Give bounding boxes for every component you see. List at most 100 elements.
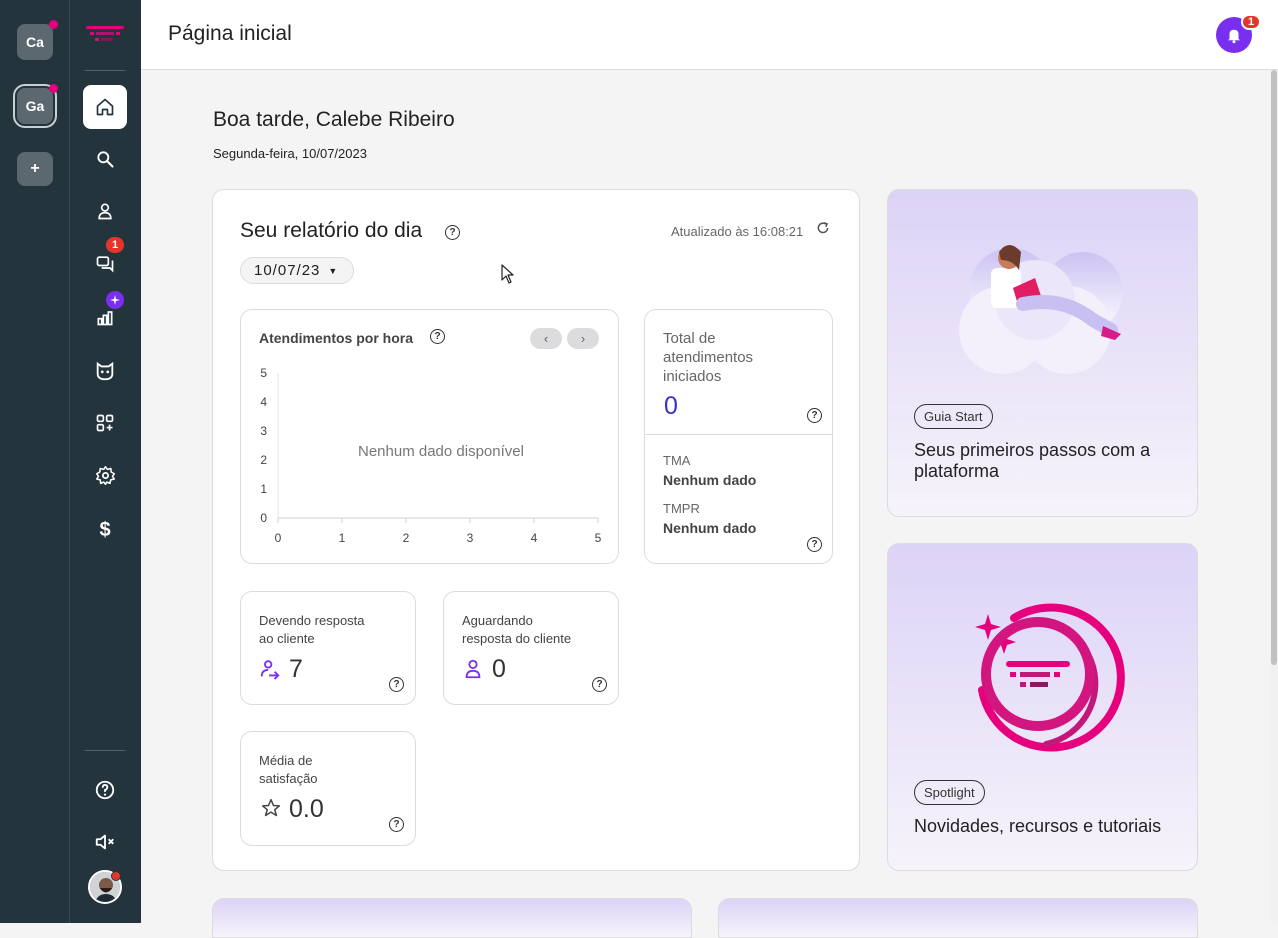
x-tick-label: 3 (467, 531, 474, 545)
y-tick-label: 1 (260, 482, 267, 496)
y-tick-label: 2 (260, 453, 267, 467)
reading-illustration (959, 245, 1123, 374)
mouse-cursor-icon (501, 264, 514, 284)
nav-reports[interactable] (83, 291, 127, 339)
total-card: Total de atendimentos iniciados 0 ? TMA … (644, 309, 833, 564)
nav-chats[interactable]: 1 (83, 237, 127, 285)
divider (645, 434, 832, 435)
tmpr-value: Nenhum dado (663, 520, 757, 536)
date-select[interactable]: 10/07/23 ▼ (240, 257, 354, 284)
waiting-response-card: Aguardando resposta do cliente 0 ? (443, 591, 619, 705)
chat-icon (96, 256, 114, 273)
waiting-label: Aguardando resposta do cliente (462, 613, 572, 646)
promo-spotlight-card[interactable]: Spotlight Novidades, recursos e tutoriai… (887, 543, 1198, 871)
owing-label: Devendo resposta ao cliente (259, 613, 365, 646)
user-icon (465, 659, 481, 679)
x-tick-label: 5 (595, 531, 602, 545)
home-icon (96, 98, 114, 116)
scrollbar-thumb[interactable] (1271, 70, 1277, 665)
bar-chart-icon (97, 311, 113, 326)
owing-response-card: Devendo resposta ao cliente 7 ? (240, 591, 416, 705)
help-icon[interactable]: ? (807, 408, 822, 423)
workspace-ca[interactable]: Ca (17, 20, 58, 60)
workspace-ga[interactable]: Ga (13, 84, 58, 128)
separator (85, 750, 125, 751)
hourly-chart-card: Atendimentos por hora ? ‹ › 012345012345… (240, 309, 619, 564)
page-title: Página inicial (168, 22, 292, 45)
status-dot (111, 871, 121, 881)
tma-value: Nenhum dado (663, 472, 757, 488)
user-arrow-icon (260, 660, 280, 680)
chats-badge: 1 (106, 237, 124, 253)
sparkle-badge (106, 291, 124, 309)
star-icon (261, 798, 281, 817)
promo-guide-card[interactable]: Guia Start Seus primeiros passos com a p… (887, 189, 1198, 517)
owing-value: 7 (289, 655, 303, 683)
help-icon (95, 780, 115, 800)
hourly-chart: 0 1 2 3 4 5 0 1 2 3 4 5 (260, 366, 602, 545)
bottom-card-right (718, 898, 1198, 938)
daily-report-card: Seu relatório do dia ? Atualizado às 16:… (212, 189, 860, 871)
add-workspace-button[interactable]: + (17, 152, 53, 186)
total-label: Total de atendimentos iniciados (663, 330, 754, 385)
nav-apps[interactable] (83, 401, 127, 445)
main-nav: 1 $ (70, 0, 141, 923)
tmpr-label: TMPR (663, 501, 700, 516)
nav-help[interactable] (83, 768, 127, 812)
x-tick-label: 0 (275, 531, 282, 545)
nav-home[interactable] (83, 85, 127, 129)
search-icon (97, 151, 114, 168)
apps-icon (96, 414, 114, 432)
y-tick-label: 5 (260, 366, 267, 380)
report-title: Seu relatório do dia (240, 219, 423, 242)
y-tick-label: 3 (260, 424, 267, 438)
waiting-value: 0 (492, 655, 506, 683)
spotlight-tag: Spotlight (914, 780, 985, 805)
refresh-icon[interactable] (816, 221, 830, 235)
satisfaction-label: Média de satisfação (259, 753, 318, 786)
guide-tag: Guia Start (914, 404, 993, 429)
mute-icon (95, 834, 114, 850)
bot-icon (96, 361, 114, 381)
bell-icon (1228, 29, 1240, 44)
nav-search[interactable] (83, 137, 127, 181)
bottom-card-left (212, 898, 692, 938)
help-icon[interactable]: ? (445, 225, 460, 240)
x-tick-label: 4 (531, 531, 538, 545)
total-value: 0 (664, 392, 678, 420)
help-icon[interactable]: ? (592, 677, 607, 692)
nav-sound[interactable] (83, 820, 127, 864)
tma-label: TMA (663, 453, 691, 468)
dollar-icon: $ (99, 518, 111, 541)
greeting: Boa tarde, Calebe Ribeiro (213, 108, 455, 131)
notification-dot (49, 20, 58, 29)
notifications-badge: 1 (1241, 14, 1261, 30)
brand-logo (86, 26, 124, 41)
top-bar: Página inicial 1 (141, 0, 1278, 70)
help-icon[interactable]: ? (389, 817, 404, 832)
satisfaction-value: 0.0 (289, 795, 324, 823)
scrollbar[interactable] (1270, 70, 1278, 923)
greeting-date: Segunda-feira, 10/07/2023 (213, 146, 367, 161)
nav-contacts[interactable] (83, 189, 127, 233)
sparkle-icon (110, 295, 120, 305)
updated-time: Atualizado às 16:08:21 (671, 224, 804, 239)
notification-dot (49, 84, 58, 93)
separator (85, 70, 125, 71)
nav-bot[interactable] (83, 349, 127, 393)
spotlight-illustration (975, 603, 1125, 752)
help-icon[interactable]: ? (389, 677, 404, 692)
nav-billing[interactable]: $ (83, 508, 127, 552)
y-tick-label: 4 (260, 395, 267, 409)
user-icon (98, 203, 112, 220)
chevron-down-icon: ▼ (328, 265, 339, 276)
satisfaction-card: Média de satisfação 0.0 ? (240, 731, 416, 846)
y-tick-label: 0 (260, 511, 267, 525)
guide-title: Seus primeiros passos com a plataforma (914, 440, 1151, 481)
nav-settings[interactable] (83, 453, 127, 497)
x-tick-label: 2 (403, 531, 410, 545)
x-tick-label: 1 (339, 531, 346, 545)
chart-empty-message: Nenhum dado disponível (358, 443, 524, 460)
notifications-button[interactable]: 1 (1216, 14, 1261, 53)
help-icon[interactable]: ? (807, 537, 822, 552)
